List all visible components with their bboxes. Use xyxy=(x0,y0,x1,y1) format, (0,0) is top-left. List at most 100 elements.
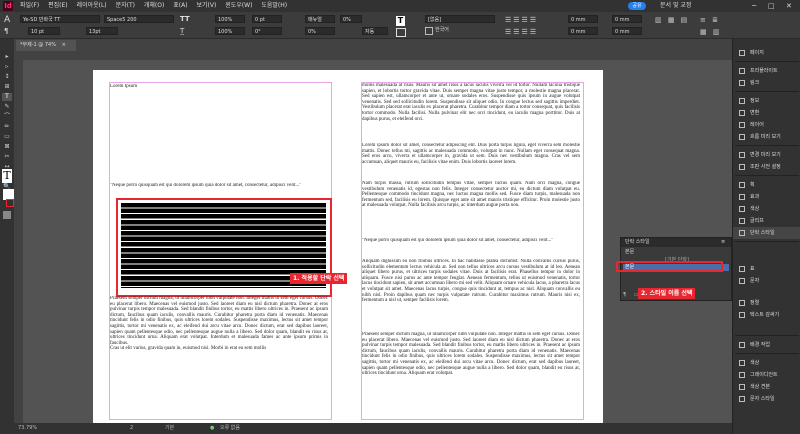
body-paragraph[interactable]: Lorem ipsum dolor sit amet, consectetur … xyxy=(362,143,580,177)
paragraph-styles-title[interactable]: 단락 스타일 xyxy=(625,238,650,247)
dock-preflight[interactable]: 프리플라이트 xyxy=(733,65,800,77)
pen-tool-icon[interactable]: ⌒ xyxy=(2,113,12,121)
body-paragraph[interactable]: Praesent semper dictum magna, ut ullamco… xyxy=(110,296,328,416)
menu-table[interactable]: 표(A) xyxy=(173,2,187,9)
tracking-field[interactable]: 0% xyxy=(340,15,362,23)
body-paragraph[interactable]: Praesent semper dictum magna, ut ullamco… xyxy=(362,332,580,416)
page-heading[interactable]: Lorem Ipsum xyxy=(110,84,328,92)
dock-transform[interactable]: 변환 xyxy=(733,107,800,119)
dock-layers[interactable]: 레이어 xyxy=(733,119,800,131)
quote-paragraph[interactable]: "Neque porro quisquam est qui dolorem ip… xyxy=(110,183,328,195)
column-icons[interactable]: ▥ ▦ ▤ xyxy=(655,16,689,24)
dock-paragraph-styles[interactable]: 단락 스타일 xyxy=(733,227,800,239)
right-indent-field[interactable]: 0 mm xyxy=(612,15,642,23)
menu-file[interactable]: 파일(F) xyxy=(20,2,39,9)
close-icon[interactable]: ✕ xyxy=(786,0,792,12)
all-caps-icon[interactable]: TT xyxy=(180,15,190,23)
no-break-checkbox[interactable] xyxy=(425,27,433,35)
rectangle-tool-icon[interactable]: ⊠ xyxy=(2,143,12,151)
pencil-tool-icon[interactable]: ✏ xyxy=(2,123,12,131)
document-tab[interactable]: *무제-1 @ 74% × xyxy=(16,40,76,51)
line-tool-icon[interactable]: ✎ xyxy=(2,103,12,111)
quote-paragraph[interactable]: "Neque porro quisquam est qui dolorem ip… xyxy=(362,238,580,250)
dock-text-wrap[interactable]: 텍스트 감싸기 xyxy=(733,309,800,321)
rectangle-frame-tool-icon[interactable]: ▭ xyxy=(2,133,12,141)
direct-selection-tool-icon[interactable]: ▹ xyxy=(2,63,12,71)
auto-field[interactable]: 자동 xyxy=(362,27,388,35)
dock-glyphs[interactable]: 글리프 xyxy=(733,215,800,227)
bullet-list-icons[interactable]: ≡ ≣ xyxy=(700,16,720,24)
dock-stroke[interactable]: 획 xyxy=(733,179,800,191)
horizontal-scale-field[interactable]: 100% xyxy=(215,27,245,35)
body-paragraph[interactable]: Aliquam dignissim eu non finibus ultrice… xyxy=(362,259,580,327)
font-family-field[interactable]: Ye-SD 만화국 TT xyxy=(20,15,100,23)
grid-align-icons[interactable]: ▦ ▥ xyxy=(700,28,721,36)
character-mode-icon[interactable]: A xyxy=(4,15,10,25)
formatting-text-icon[interactable]: T xyxy=(2,169,12,183)
tsume-field[interactable]: 0% xyxy=(305,27,335,35)
type-tool-icon[interactable]: T xyxy=(2,93,12,101)
dock-background-tasks[interactable]: 배경 작업 xyxy=(733,339,800,351)
body-paragraph[interactable]: Nam turpis massa, rutrum sollicitudin te… xyxy=(362,181,580,221)
align-buttons[interactable]: ☰☰☰☰ xyxy=(505,16,538,24)
skew-field[interactable]: 0° xyxy=(252,27,282,35)
font-size-field[interactable]: 10 pt xyxy=(28,27,60,35)
dock-composition-presets[interactable]: 조판 사전 설정 xyxy=(733,161,800,173)
dock-align[interactable]: 정렬 xyxy=(733,297,800,309)
menu-edit[interactable]: 편집(E) xyxy=(48,2,68,9)
zoom-level[interactable]: 73.79% xyxy=(18,423,37,434)
vertical-ruler[interactable] xyxy=(14,60,23,423)
text-color-icon[interactable]: T xyxy=(396,16,405,26)
dock-character[interactable]: 문자 xyxy=(733,275,800,287)
menu-layout[interactable]: 레이아웃(L) xyxy=(77,2,107,9)
panel-menu-icon[interactable]: ≡ xyxy=(721,238,725,247)
menu-window[interactable]: 윈도우(W) xyxy=(225,2,252,9)
menu-help[interactable]: 도움말(H) xyxy=(261,2,287,9)
share-button[interactable]: 공유 xyxy=(628,2,646,10)
paragraph-style-field[interactable]: [없음] xyxy=(425,15,495,23)
last-line-indent-field[interactable]: 0 mm xyxy=(612,27,642,35)
selection-tool-icon[interactable]: ▸ xyxy=(2,53,12,61)
leading-field[interactable]: 13pt xyxy=(86,27,118,35)
menu-type[interactable]: 문자(T) xyxy=(116,2,135,9)
page-right[interactable]: mollis malesuada at risus. Mauris sit am… xyxy=(348,70,603,423)
dock-swatches[interactable]: 색상 견본 xyxy=(733,381,800,393)
dock-change-preview[interactable]: 변경 미리 보기 xyxy=(733,149,800,161)
justify-buttons[interactable]: ☰☰☰☰ xyxy=(505,28,538,36)
dock-color[interactable]: 색상 xyxy=(733,203,800,215)
left-indent-field[interactable]: 0 mm xyxy=(568,15,598,23)
dock-flow-preview[interactable]: 흐름 미리 보기 xyxy=(733,131,800,143)
dock-info[interactable]: 정보 xyxy=(733,95,800,107)
dock-links[interactable]: 링크 xyxy=(733,77,800,89)
view-mode-icon[interactable] xyxy=(3,211,11,219)
maximize-icon[interactable]: □ xyxy=(768,0,775,12)
tab-close-icon[interactable]: × xyxy=(62,42,66,48)
minimize-icon[interactable]: ─ xyxy=(752,0,756,12)
paragraph-mode-icon[interactable]: ¶ xyxy=(4,27,8,35)
workspace-switcher[interactable]: 문서 및 교정 xyxy=(660,0,697,12)
preflight-icon xyxy=(739,68,745,74)
page-left[interactable]: Lorem Ipsum "Neque porro quisquam est qu… xyxy=(93,70,348,423)
dock-character-styles[interactable]: 문자 스타일 xyxy=(733,393,800,405)
dock-effects[interactable]: 효과 xyxy=(733,191,800,203)
dock-gradient[interactable]: 그레이디언트 xyxy=(733,369,800,381)
preflight-profile[interactable]: 기본 xyxy=(165,423,174,434)
underline-icon[interactable]: T̲ xyxy=(180,27,184,35)
dock-pages[interactable]: 페이지 xyxy=(733,47,800,59)
dock-color-2[interactable]: 색상 xyxy=(733,357,800,369)
stroke-swatch-icon[interactable] xyxy=(6,199,14,207)
vertical-scale-field[interactable]: 100% xyxy=(215,15,245,23)
kerning-field[interactable]: 매뉴얼 xyxy=(305,15,335,23)
page-number[interactable]: 2 xyxy=(130,423,133,434)
scissors-tool-icon[interactable]: ✂ xyxy=(2,153,12,161)
dock-table[interactable]: 표 xyxy=(733,263,800,275)
baseline-shift-field[interactable]: 0 pt xyxy=(252,15,282,23)
stroke-color-icon[interactable] xyxy=(396,28,406,37)
body-paragraph[interactable]: mollis malesuada at risus. Mauris sit am… xyxy=(362,83,580,139)
font-style-field[interactable]: Space5 200 xyxy=(104,15,174,23)
first-line-indent-field[interactable]: 0 mm xyxy=(568,27,598,35)
menu-view[interactable]: 보기(V) xyxy=(197,2,217,9)
menu-object[interactable]: 개체(O) xyxy=(144,2,164,9)
gap-tool-icon[interactable]: ↕ xyxy=(2,73,12,81)
content-collector-icon[interactable]: ⊞ xyxy=(2,83,12,91)
